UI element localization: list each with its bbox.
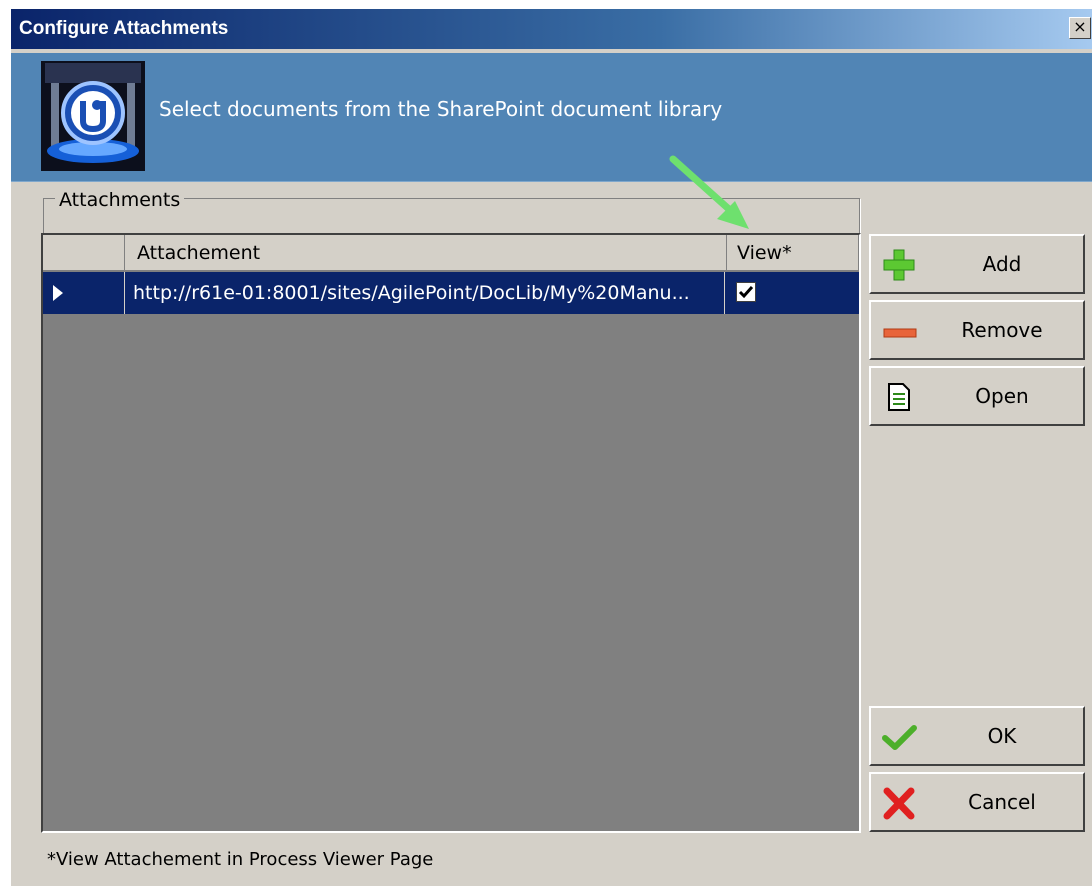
title-bar[interactable]: Configure Attachments × bbox=[11, 9, 1092, 49]
minus-icon bbox=[883, 328, 917, 338]
header-description: Select documents from the SharePoint doc… bbox=[159, 97, 723, 121]
attachments-group-label: Attachments bbox=[55, 189, 185, 211]
cancel-button[interactable]: Cancel bbox=[869, 772, 1085, 832]
close-button[interactable]: × bbox=[1069, 17, 1091, 39]
grid-header: Attachement View* bbox=[43, 235, 859, 271]
row-header-corner bbox=[43, 235, 125, 271]
annotation-arrow-icon bbox=[669, 155, 749, 229]
add-button[interactable]: Add bbox=[869, 234, 1085, 294]
configure-attachments-dialog: Configure Attachments × Select documents… bbox=[10, 8, 1092, 886]
attachment-url-cell[interactable]: http://r61e-01:8001/sites/AgilePoint/Doc… bbox=[127, 272, 725, 314]
footer-note: *View Attachement in Process Viewer Page bbox=[47, 849, 434, 870]
table-row[interactable]: http://r61e-01:8001/sites/AgilePoint/Doc… bbox=[43, 272, 859, 314]
agilepoint-logo-icon bbox=[41, 61, 145, 171]
checkmark-icon bbox=[882, 725, 917, 750]
open-button-label: Open bbox=[975, 384, 1029, 408]
view-checkbox[interactable] bbox=[736, 282, 756, 302]
ok-button[interactable]: OK bbox=[869, 706, 1085, 766]
view-cell bbox=[727, 272, 859, 314]
document-icon bbox=[888, 383, 910, 411]
attachments-grid[interactable]: Attachement View* http://r61e-01:8001/si… bbox=[41, 233, 861, 833]
add-button-label: Add bbox=[982, 252, 1022, 276]
open-button[interactable]: Open bbox=[869, 366, 1085, 426]
plus-icon bbox=[883, 249, 915, 281]
header-banner: Select documents from the SharePoint doc… bbox=[11, 53, 1092, 182]
current-row-arrow-icon bbox=[53, 285, 63, 301]
x-icon bbox=[883, 787, 915, 820]
ok-button-label: OK bbox=[987, 724, 1017, 748]
checkmark-icon bbox=[738, 286, 754, 299]
cancel-button-label: Cancel bbox=[968, 790, 1036, 814]
row-selector[interactable] bbox=[43, 272, 125, 314]
window-title: Configure Attachments bbox=[19, 18, 229, 39]
remove-button[interactable]: Remove bbox=[869, 300, 1085, 360]
remove-button-label: Remove bbox=[961, 318, 1043, 342]
column-header-attachement[interactable]: Attachement bbox=[125, 235, 727, 271]
column-header-view[interactable]: View* bbox=[727, 235, 859, 271]
